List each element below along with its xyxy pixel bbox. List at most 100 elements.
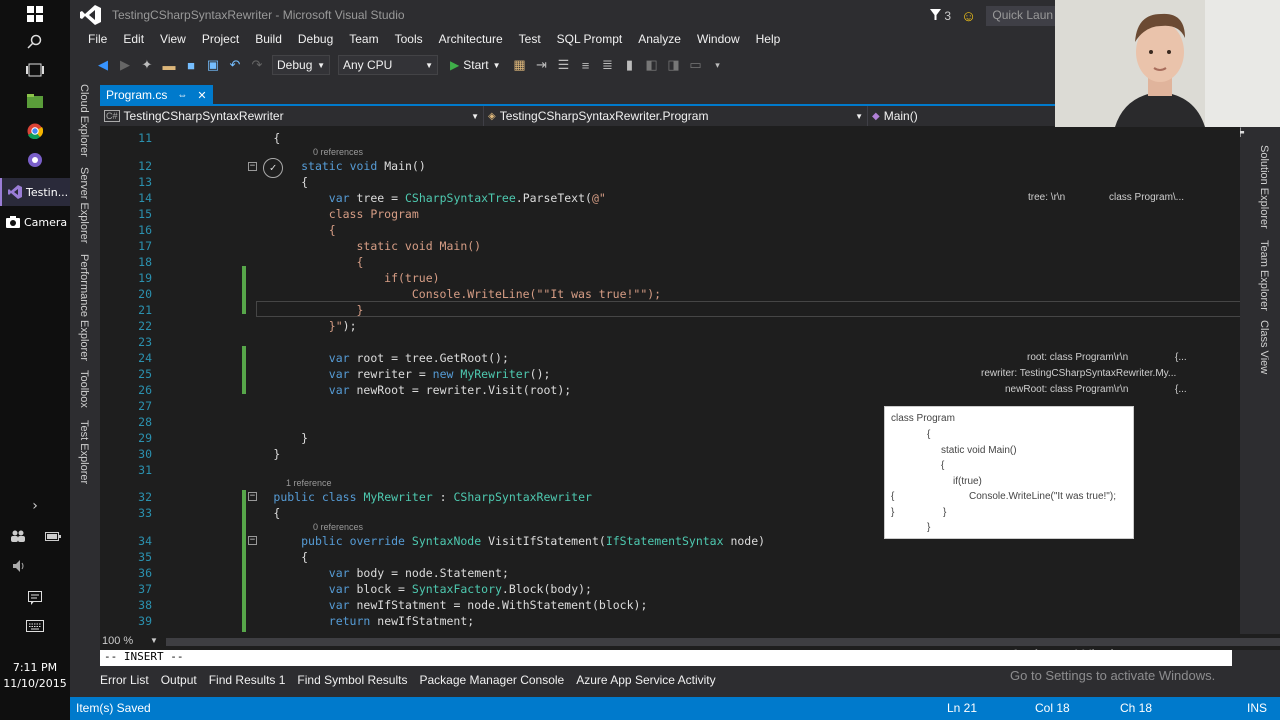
new-project-icon[interactable]: ✦ (137, 55, 157, 75)
toolbar-overflow-icon[interactable]: ▾ (708, 55, 728, 75)
code-line[interactable]: 14 var tree = CSharpSyntaxTree.ParseText… (100, 191, 1240, 207)
action-center-icon[interactable] (0, 584, 70, 612)
code-line[interactable]: 19 if(true) (100, 271, 1240, 287)
menu-debug[interactable]: Debug (290, 30, 341, 50)
tab-find-results-1[interactable]: Find Results 1 (209, 673, 286, 691)
tab-azure-app-service-activity[interactable]: Azure App Service Activity (576, 673, 715, 691)
menu-architecture[interactable]: Architecture (431, 30, 511, 50)
system-clock[interactable]: 7:11 PM 11/10/2015 (0, 660, 70, 692)
step-icon[interactable]: ⇥ (532, 55, 552, 75)
menu-window[interactable]: Window (689, 30, 748, 50)
menu-sql-prompt[interactable]: SQL Prompt (549, 30, 631, 50)
app-circle-icon[interactable] (0, 146, 70, 174)
back-icon[interactable]: ◀ (93, 55, 113, 75)
code-line[interactable]: 36 var body = node.Statement; (100, 566, 1240, 582)
type-dropdown[interactable]: ◈ TestingCSharpSyntaxRewriter.Program ▼ (484, 106, 868, 126)
keyboard-icon[interactable] (0, 612, 70, 640)
code-line[interactable]: 16 { (100, 223, 1240, 239)
open-folder-icon[interactable]: ▬ (159, 55, 179, 75)
start-debugging-button[interactable]: ▶ Start ▼ (450, 58, 501, 72)
people-icon[interactable] (0, 522, 35, 550)
menu-team[interactable]: Team (341, 30, 386, 50)
undo-icon[interactable]: ↶ (225, 55, 245, 75)
datatip-newroot[interactable]: newRoot: class Program\r\n {... (1005, 384, 1187, 395)
menu-edit[interactable]: Edit (115, 30, 152, 50)
tab-find-symbol-results[interactable]: Find Symbol Results (297, 673, 407, 691)
code-line[interactable]: 15 class Program (100, 207, 1240, 223)
codelens-references[interactable]: 0 references (313, 522, 363, 532)
chevron-right-icon[interactable]: › (0, 492, 70, 520)
menu-file[interactable]: File (80, 30, 115, 50)
menu-test[interactable]: Test (511, 30, 549, 50)
file-explorer-icon[interactable] (0, 87, 70, 115)
save-all-icon[interactable]: ▣ (203, 55, 223, 75)
forward-icon[interactable]: ▶ (115, 55, 135, 75)
code-editor[interactable]: ✓ − − − 0 references 1 reference 0 refer… (100, 126, 1240, 634)
browser-link-icon[interactable]: ▦ (510, 55, 530, 75)
volume-icon[interactable] (0, 552, 40, 580)
feedback-smiley-icon[interactable]: ☺ (961, 8, 976, 25)
tab-class-view[interactable]: Class View (1258, 320, 1270, 374)
code-line[interactable]: 21 } (100, 303, 1240, 319)
code-line[interactable]: 35 { (100, 550, 1240, 566)
code-line[interactable]: 37 var block = SyntaxFactory.Block(body)… (100, 582, 1240, 598)
format-icon[interactable]: ☰ (554, 55, 574, 75)
tab-server-explorer[interactable]: Server Explorer (78, 167, 90, 243)
code-line[interactable]: 17 static void Main() (100, 239, 1240, 255)
code-line[interactable]: 39 return newIfStatment; (100, 614, 1240, 630)
code-line[interactable]: 18 { (100, 255, 1240, 271)
indent-icon[interactable]: ≡ (576, 55, 596, 75)
tab-solution-explorer[interactable]: Solution Explorer (1258, 145, 1270, 229)
code-line[interactable]: 12 static void Main() (100, 159, 1240, 175)
code-line[interactable]: 11 { (100, 131, 1240, 147)
chrome-icon[interactable] (0, 117, 70, 145)
menu-help[interactable]: Help (748, 30, 789, 50)
redo-icon[interactable]: ↷ (247, 55, 267, 75)
bookmark-icon[interactable]: ▮ (620, 55, 640, 75)
project-dropdown[interactable]: C# TestingCSharpSyntaxRewriter ▼ (100, 106, 484, 126)
menu-project[interactable]: Project (194, 30, 247, 50)
code-line[interactable]: 13 { (100, 175, 1240, 191)
close-icon[interactable]: ✕ (197, 89, 206, 102)
menu-tools[interactable]: Tools (387, 30, 431, 50)
codelens-references[interactable]: 0 references (313, 147, 363, 157)
horizontal-scrollbar[interactable] (166, 638, 1280, 646)
solution-platform-select[interactable]: Any CPU ▼ (338, 55, 438, 75)
code-line[interactable]: 23 (100, 335, 1240, 351)
clear-bookmarks-icon[interactable]: ▭ (686, 55, 706, 75)
code-line[interactable]: 38 var newIfStatment = node.WithStatemen… (100, 598, 1240, 614)
next-bookmark-icon[interactable]: ◨ (664, 55, 684, 75)
tab-cloud-explorer[interactable]: Cloud Explorer (78, 84, 90, 157)
tab-error-list[interactable]: Error List (100, 673, 149, 691)
datatip-root[interactable]: root: class Program\r\n {... (1027, 352, 1187, 363)
code-line[interactable]: 22 }"); (100, 319, 1240, 335)
code-line[interactable]: 20 Console.WriteLine(""It was true!""); (100, 287, 1240, 303)
tab-output[interactable]: Output (161, 673, 197, 691)
tab-package-manager-console[interactable]: Package Manager Console (419, 673, 564, 691)
pin-icon[interactable]: ⇔ (177, 90, 187, 101)
tab-test-explorer[interactable]: Test Explorer (78, 420, 90, 484)
tab-team-explorer[interactable]: Team Explorer (1258, 240, 1270, 311)
codelens-references[interactable]: 1 reference (286, 478, 332, 488)
menu-analyze[interactable]: Analyze (630, 30, 689, 50)
quick-launch-input[interactable]: Quick Laun (986, 6, 1057, 26)
notifications-button[interactable]: 3 (930, 9, 951, 23)
datatip-tree[interactable]: tree: \r\n class Program\... (1028, 192, 1184, 203)
windows-start-icon[interactable] (0, 0, 70, 28)
battery-icon[interactable] (35, 522, 70, 550)
taskbar-app-visual-studio[interactable]: Testin... (0, 178, 70, 206)
save-icon[interactable]: ■ (181, 55, 201, 75)
document-tab-program-cs[interactable]: Program.cs ⇔ ✕ (100, 85, 213, 105)
taskbar-app-camera[interactable]: Camera (0, 208, 70, 236)
datatip-rewriter[interactable]: rewriter: TestingCSharpSyntaxRewriter.My… (981, 368, 1176, 379)
menu-build[interactable]: Build (247, 30, 290, 50)
solution-configuration-select[interactable]: Debug ▼ (272, 55, 330, 75)
tab-performance-explorer[interactable]: Performance Explorer (78, 254, 90, 361)
zoom-level[interactable]: 100 % (102, 635, 133, 647)
prev-bookmark-icon[interactable]: ◧ (642, 55, 662, 75)
menu-view[interactable]: View (152, 30, 194, 50)
task-view-icon[interactable] (0, 56, 70, 84)
chevron-down-icon[interactable]: ▼ (150, 636, 158, 645)
outdent-icon[interactable]: ≣ (598, 55, 618, 75)
search-icon[interactable] (0, 28, 70, 56)
